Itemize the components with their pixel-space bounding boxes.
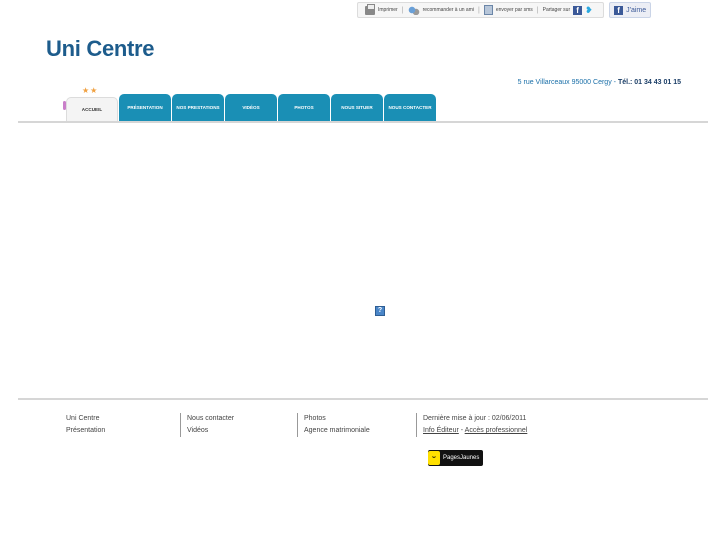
send-sms-label: envoyer par sms [495, 7, 533, 13]
missing-plugin-icon[interactable]: ? [375, 306, 385, 316]
recommend-link[interactable]: recommander à un ami [407, 5, 474, 15]
footer-link-agence[interactable]: Agence matrimoniale [304, 425, 370, 437]
site-title[interactable]: Uni Centre [46, 36, 155, 62]
footer-link-presentation[interactable]: Présentation [66, 425, 105, 437]
footer-column-2: Nous contacter Vidéos [180, 413, 234, 437]
acces-pro-link[interactable]: Accès professionnel [465, 427, 528, 434]
share-label: Partager sur [542, 7, 571, 13]
like-label: J'aime [626, 6, 647, 14]
phone-number: Tél.: 01 34 43 01 15 [617, 79, 681, 86]
footer-divider [18, 398, 708, 400]
send-sms-link[interactable]: envoyer par sms [483, 5, 533, 15]
phone-icon [483, 5, 493, 15]
print-link[interactable]: Imprimer [365, 3, 398, 15]
footer-column-1: Uni Centre Présentation [66, 413, 105, 437]
toolbar-separator: | [401, 6, 404, 14]
print-label: Imprimer [378, 7, 398, 13]
footer-link-videos[interactable]: Vidéos [187, 425, 234, 437]
twitter-icon[interactable]: ❥ [585, 5, 596, 15]
printer-icon [365, 3, 375, 15]
recommend-icon [407, 5, 420, 15]
toolbar-separator: | [477, 6, 480, 14]
address-text: 5 rue Villarceaux 95000 Cergy [517, 79, 612, 86]
tab-nous-situer[interactable]: NOUS SITUER [331, 94, 383, 121]
footer-link-contact[interactable]: Nous contacter [187, 413, 234, 425]
pagesjaunes-logo-icon: ᵕ [428, 451, 440, 465]
facebook-like-button[interactable]: f J'aime [609, 2, 652, 18]
share-toolbar-box: Imprimer | recommander à un ami | envoye… [357, 2, 605, 18]
footer-column-4: Dernière mise à jour : 02/06/2011 Info É… [416, 413, 527, 437]
facebook-icon[interactable]: f [573, 5, 583, 15]
last-update: Dernière mise à jour : 02/06/2011 [423, 415, 527, 422]
share-group: Partager sur f ❥ [542, 5, 597, 15]
footer-column-3: Photos Agence matrimoniale [297, 413, 370, 437]
contact-address: 5 rue Villarceaux 95000 Cergy - Tél.: 01… [518, 79, 681, 86]
address-separator: - [613, 79, 616, 86]
pagesjaunes-badge[interactable]: ᵕ PagesJaunes [428, 450, 484, 466]
facebook-icon: f [614, 5, 624, 15]
pagesjaunes-label: PagesJaunes [443, 455, 480, 461]
tab-accueil[interactable]: ACCUEIL [63, 97, 118, 121]
main-nav: ACCUEIL PRÉSENTATION NOS PRESTATIONS VID… [63, 94, 436, 121]
tab-nous-contacter[interactable]: NOUS CONTACTER [384, 94, 436, 121]
tab-videos[interactable]: VIDÉOS [225, 94, 277, 121]
tab-nos-prestations[interactable]: NOS PRESTATIONS [172, 94, 224, 121]
toolbar-separator: | [536, 6, 539, 14]
footer-link-home[interactable]: Uni Centre [66, 413, 105, 425]
share-toolbar: Imprimer | recommander à un ami | envoye… [357, 2, 652, 18]
footer-link-photos[interactable]: Photos [304, 413, 370, 425]
tab-presentation[interactable]: PRÉSENTATION [119, 94, 171, 121]
footer-legal-links: Info Éditeur - Accès professionnel [423, 425, 527, 437]
recommend-label: recommander à un ami [422, 7, 474, 13]
info-editeur-link[interactable]: Info Éditeur [423, 427, 459, 434]
tab-photos[interactable]: PHOTOS [278, 94, 330, 121]
nav-divider [18, 121, 708, 123]
